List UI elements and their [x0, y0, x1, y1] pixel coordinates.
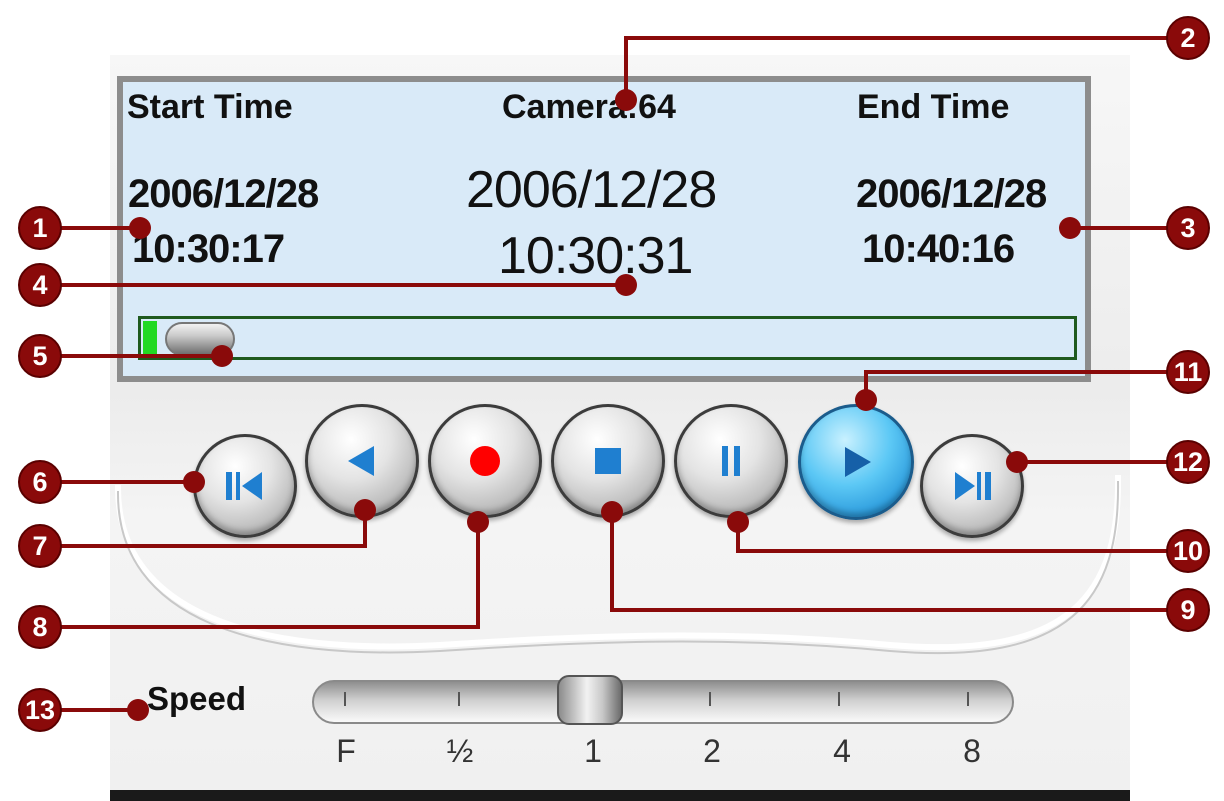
callout-2: 2: [1166, 16, 1210, 60]
callout-7: 7: [18, 524, 62, 568]
callout-6: 6: [18, 460, 62, 504]
callout-lines: [40, 36, 1188, 721]
callout-8: 8: [18, 605, 62, 649]
callout-1: 1: [18, 206, 62, 250]
callout-3: 3: [1166, 206, 1210, 250]
callout-9: 9: [1166, 588, 1210, 632]
callout-10: 10: [1166, 529, 1210, 573]
callout-11: 11: [1166, 350, 1210, 394]
callout-12: 12: [1166, 440, 1210, 484]
callout-4: 4: [18, 263, 62, 307]
callout-5: 5: [18, 334, 62, 378]
callout-13: 13: [18, 688, 62, 732]
